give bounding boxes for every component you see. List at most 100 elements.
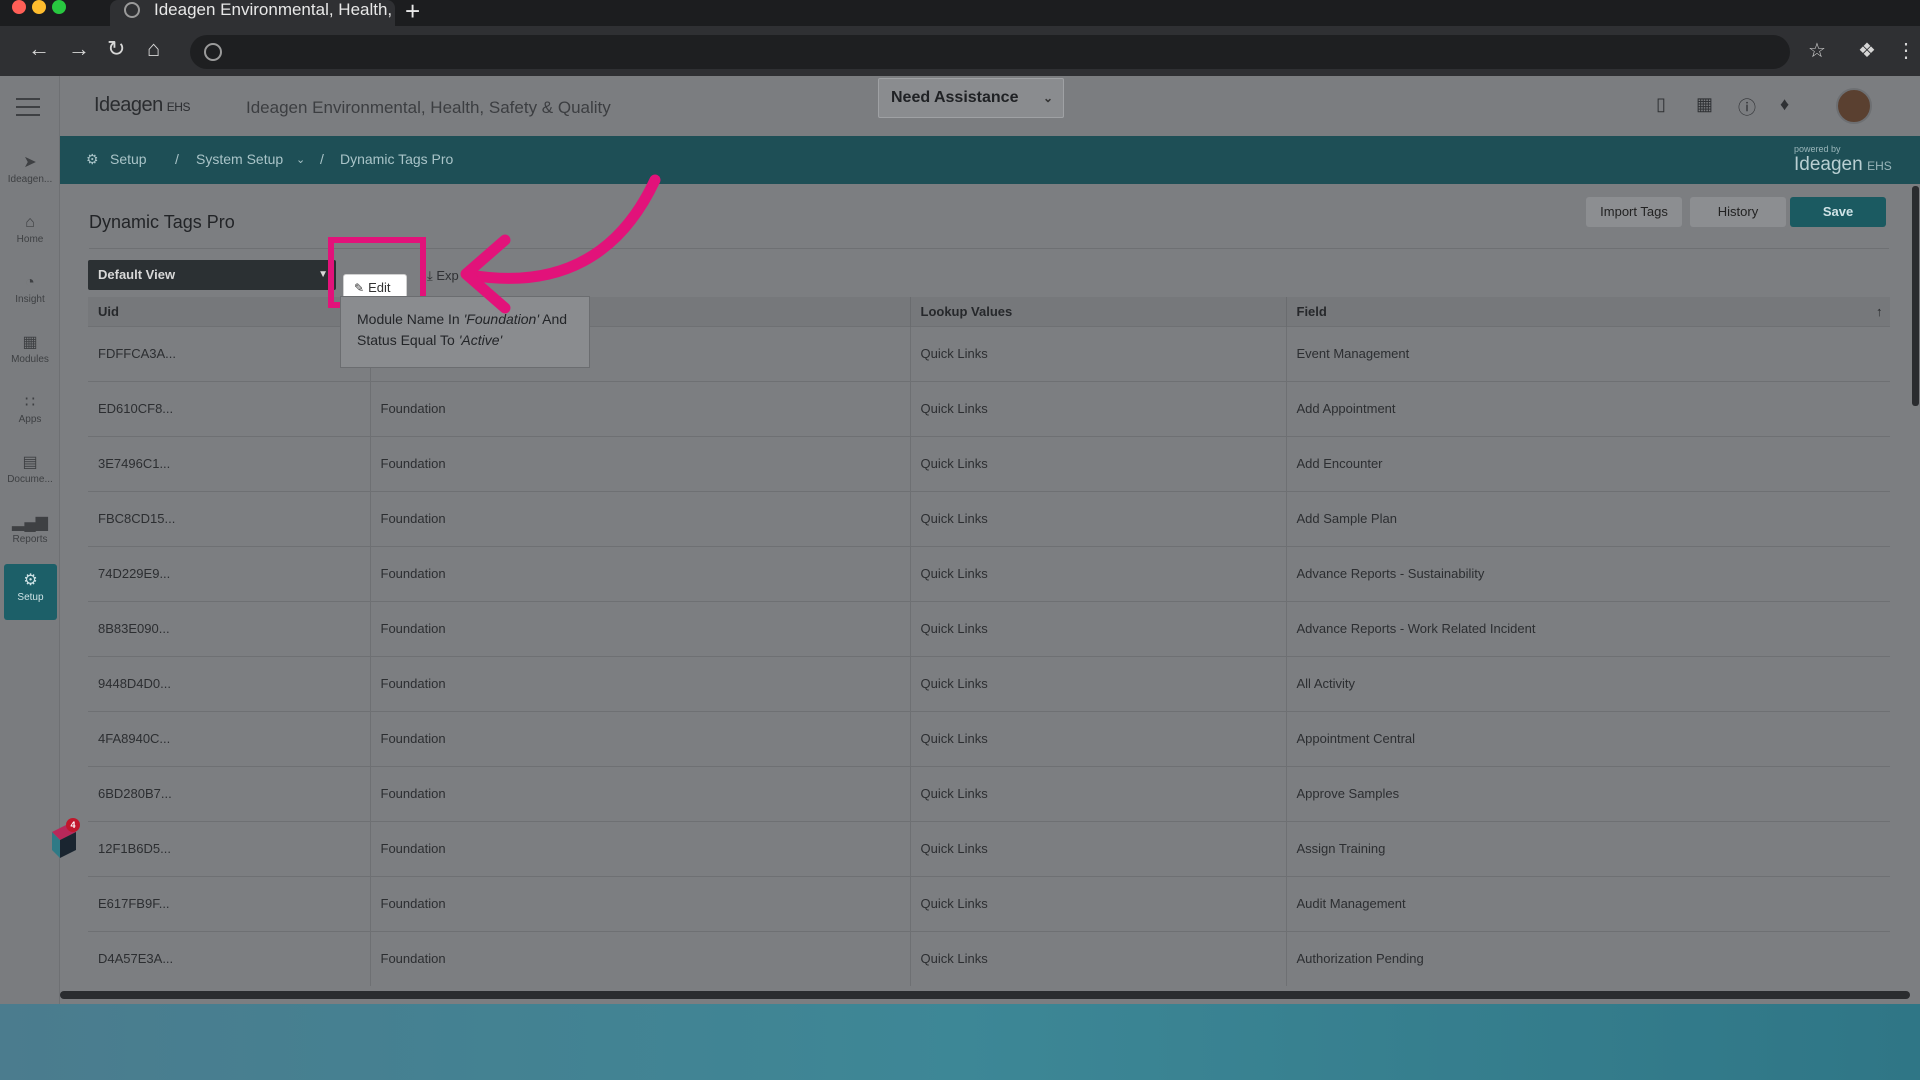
field-cell: All Activity	[1286, 655, 1890, 711]
column-header-lookup-values[interactable]: Lookup Values	[910, 297, 1287, 326]
rail-item-setup[interactable]: ⚙ Setup	[4, 564, 57, 620]
gear-icon: ⚙	[86, 151, 99, 167]
uid-cell: 4FA8940C...	[88, 710, 371, 766]
lookup-cell: Quick Links	[910, 380, 1287, 436]
field-cell: Appointment Central	[1286, 710, 1890, 766]
uid-cell: E617FB9F...	[88, 875, 371, 931]
table-row[interactable]: D4A57E3A... Foundation Quick Links Authoriz…	[88, 930, 1890, 986]
desktop-background	[0, 1004, 1920, 1080]
table-row[interactable]: 8B83E090... Foundation Quick Links Advance …	[88, 600, 1890, 656]
minimize-window-button[interactable]	[32, 0, 46, 14]
notification-badge: 4	[66, 818, 80, 832]
table-row[interactable]: 9448D4D0... Foundation Quick Links All Acti…	[88, 655, 1890, 711]
bookmark-star-icon[interactable]: ☆	[1808, 38, 1826, 63]
rail-item-ideagen[interactable]: ➤ Ideagen...	[0, 146, 60, 202]
extensions-puzzle-icon[interactable]: ❖	[1858, 38, 1876, 63]
lookup-cell: Quick Links	[910, 875, 1287, 931]
back-arrow-icon[interactable]: ←	[28, 36, 50, 62]
save-button[interactable]: Save	[1790, 197, 1886, 227]
home-icon[interactable]: ⌂	[147, 36, 160, 62]
field-cell: Approve Samples	[1286, 765, 1890, 821]
maximize-window-button[interactable]	[52, 0, 66, 14]
tooltip-text: Status Equal To	[357, 332, 459, 348]
table-row[interactable]: FBC8CD15... Foundation Quick Links Add Samp…	[88, 490, 1890, 546]
vertical-scrollbar[interactable]	[1912, 186, 1919, 406]
field-cell: Advance Reports - Sustainability	[1286, 545, 1890, 601]
close-window-button[interactable]	[12, 0, 26, 14]
reload-icon[interactable]: ↻	[107, 36, 125, 62]
export-button[interactable]: ⤓ Exp	[427, 268, 459, 284]
tooltip-text: And	[539, 311, 568, 327]
history-button[interactable]: History	[1690, 197, 1786, 227]
rail-item-label: Ideagen...	[7, 174, 53, 185]
rail-item-documents[interactable]: ▤ Docume...	[0, 446, 60, 502]
calendar-icon[interactable]: ▦	[1696, 94, 1713, 115]
table-row[interactable]: 3E7496C1... Foundation Quick Links Add Enco…	[88, 435, 1890, 491]
lookup-cell: Quick Links	[910, 490, 1287, 546]
user-avatar[interactable]	[1836, 88, 1872, 124]
uid-cell: FDFFCA3A...	[88, 325, 371, 381]
ideagen-logo[interactable]: Ideagen EHS	[94, 94, 190, 117]
filter-tooltip: Module Name In 'Foundation' And Status E…	[340, 296, 590, 368]
chevron-down-icon[interactable]: ⌄	[296, 153, 305, 166]
rail-item-apps[interactable]: ∷ Apps	[0, 386, 60, 442]
import-tags-button[interactable]: Import Tags	[1586, 197, 1682, 227]
lookup-cell: Quick Links	[910, 655, 1287, 711]
logo-suffix: EHS	[166, 100, 191, 114]
need-assistance-dropdown[interactable]: Need Assistance ⌄	[878, 78, 1064, 118]
column-header-field[interactable]: Field ↑	[1286, 297, 1890, 326]
rail-item-label: Reports	[12, 534, 48, 545]
tags-table: Uid Lookup Values Field ↑ FDFFCA3A... Quic…	[88, 297, 1890, 997]
view-selector[interactable]: Default View ▼	[88, 260, 336, 290]
forward-arrow-icon[interactable]: →	[68, 36, 90, 62]
module-cell: Foundation	[370, 765, 911, 821]
table-row[interactable]: 12F1B6D5... Foundation Quick Links Assign T…	[88, 820, 1890, 876]
field-cell: Event Management	[1286, 325, 1890, 381]
address-bar[interactable]	[190, 35, 1790, 69]
rail-item-modules[interactable]: ▦ Modules	[0, 326, 60, 382]
view-selector-label: Default View	[98, 267, 176, 282]
breadcrumb-bar: ⚙ Setup / System Setup ⌄ / Dynamic Tags …	[60, 136, 1920, 184]
browser-toolbar: ← → ↻ ⌂ ☆ ❖ ⋮	[0, 26, 1920, 76]
left-navigation-rail: ➤ Ideagen... ⌂ Home ◔ Insight ▦ Modules …	[0, 76, 60, 1004]
app-window: ➤ Ideagen... ⌂ Home ◔ Insight ▦ Modules …	[0, 76, 1920, 1004]
lookup-cell: Quick Links	[910, 930, 1287, 986]
globe-icon	[204, 43, 222, 61]
assistant-widget-button[interactable]: 4	[48, 818, 80, 862]
notification-bell-icon[interactable]: ♦	[1780, 94, 1789, 115]
table-row[interactable]: E617FB9F... Foundation Quick Links Audit Ma…	[88, 875, 1890, 931]
module-cell: Foundation	[370, 655, 911, 711]
powered-by-label: powered by	[1794, 144, 1841, 154]
breadcrumb-system-setup[interactable]: System Setup	[196, 151, 283, 167]
breadcrumb-separator: /	[320, 151, 324, 167]
module-cell: Foundation	[370, 710, 911, 766]
rail-item-insight[interactable]: ◔ Insight	[0, 266, 60, 322]
globe-icon	[124, 2, 140, 18]
field-cell: Authorization Pending	[1286, 930, 1890, 986]
module-cell: Foundation	[370, 875, 911, 931]
browser-menu-icon[interactable]: ⋮	[1896, 38, 1916, 63]
need-assistance-label: Need Assistance	[891, 89, 1019, 106]
hamburger-menu-icon[interactable]	[16, 98, 40, 122]
table-row[interactable]: 74D229E9... Foundation Quick Links Advance …	[88, 545, 1890, 601]
table-row[interactable]: ED610CF8... Foundation Quick Links Add Appo…	[88, 380, 1890, 436]
table-row[interactable]: 6BD280B7... Foundation Quick Links Approve …	[88, 765, 1890, 821]
lookup-cell: Quick Links	[910, 710, 1287, 766]
uid-cell: FBC8CD15...	[88, 490, 371, 546]
lookup-cell: Quick Links	[910, 820, 1287, 876]
breadcrumb-setup[interactable]: Setup	[110, 151, 147, 167]
horizontal-scrollbar[interactable]	[60, 991, 1910, 999]
tooltip-value: 'Foundation'	[463, 311, 540, 327]
field-cell: Add Sample Plan	[1286, 490, 1890, 546]
table-row[interactable]: 4FA8940C... Foundation Quick Links Appointm…	[88, 710, 1890, 766]
new-tab-button[interactable]: +	[405, 0, 420, 27]
rail-item-home[interactable]: ⌂ Home	[0, 206, 60, 262]
help-icon[interactable]: ⓘ	[1738, 94, 1756, 120]
mobile-device-icon[interactable]: ▯	[1656, 94, 1666, 115]
rail-item-reports[interactable]: ▂▄▆ Reports	[0, 506, 60, 562]
export-label: Exp	[436, 268, 459, 283]
sort-arrow-icon[interactable]: ↑	[1876, 304, 1883, 319]
rail-item-label: Apps	[18, 414, 42, 425]
browser-tab[interactable]: Ideagen Environmental, Health, S	[110, 0, 395, 26]
rail-item-label: Docume...	[7, 474, 53, 485]
